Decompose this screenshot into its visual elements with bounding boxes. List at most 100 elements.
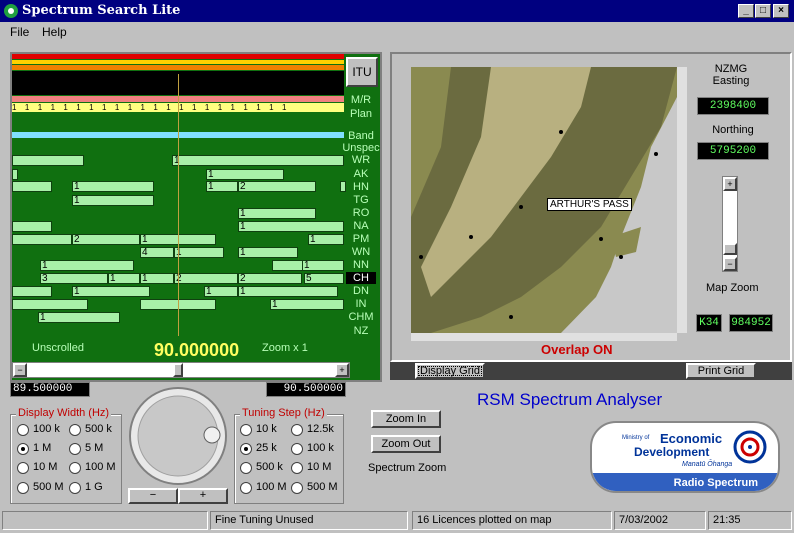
- service-label[interactable]: IN: [346, 298, 376, 310]
- licence-bar[interactable]: 1: [238, 286, 338, 297]
- tune-up-button[interactable]: +: [178, 488, 228, 504]
- width-100k-radio[interactable]: [17, 424, 29, 436]
- width-10m-radio[interactable]: [17, 462, 29, 474]
- licence-bar[interactable]: [12, 221, 52, 232]
- scroll-right-button[interactable]: +: [335, 363, 349, 377]
- radio-label: 100 k: [307, 442, 334, 454]
- minimize-button[interactable]: _: [738, 4, 754, 18]
- service-label-selected[interactable]: CH: [346, 272, 376, 284]
- licence-bar[interactable]: [12, 169, 18, 180]
- print-grid-button[interactable]: Print Grid: [686, 363, 756, 379]
- width-5m-radio[interactable]: [69, 443, 81, 455]
- service-label[interactable]: Unspec: [342, 142, 380, 154]
- licence-bar[interactable]: 1: [270, 299, 344, 310]
- licence-bar[interactable]: [12, 155, 84, 166]
- licence-bar[interactable]: 1: [40, 260, 134, 271]
- map-image: [411, 67, 677, 333]
- display-grid-button[interactable]: Display Grid: [415, 363, 485, 379]
- licence-bar[interactable]: 1: [238, 247, 298, 258]
- licence-bar[interactable]: 1: [140, 273, 174, 284]
- step-12.5k-radio[interactable]: [291, 424, 303, 436]
- licence-bar[interactable]: 1: [238, 208, 316, 219]
- service-label[interactable]: RO: [346, 207, 376, 219]
- window-title: Spectrum Search Lite: [22, 3, 181, 18]
- width-500k-radio[interactable]: [69, 424, 81, 436]
- licence-bar[interactable]: 1: [302, 260, 344, 271]
- maximize-button[interactable]: □: [755, 4, 771, 18]
- licence-bar[interactable]: 3: [40, 273, 108, 284]
- step-500k-radio[interactable]: [240, 462, 252, 474]
- step-500m-radio[interactable]: [291, 482, 303, 494]
- step-10m-radio[interactable]: [291, 462, 303, 474]
- step-100k-radio[interactable]: [291, 443, 303, 455]
- licence-bar[interactable]: 1: [72, 195, 154, 206]
- width-1m-radio[interactable]: [17, 443, 29, 455]
- licence-bar[interactable]: 1: [108, 273, 140, 284]
- tune-down-button[interactable]: −: [128, 488, 178, 504]
- zoom-out-button[interactable]: Zoom Out: [371, 435, 441, 453]
- width-1g-radio[interactable]: [69, 482, 81, 494]
- service-label[interactable]: Plan: [346, 108, 376, 120]
- width-100m-radio[interactable]: [69, 462, 81, 474]
- menu-help[interactable]: Help: [42, 25, 67, 39]
- scroll-thumb[interactable]: [173, 363, 183, 377]
- frequency-scrollbar[interactable]: − +: [12, 362, 350, 378]
- licence-bar[interactable]: 2: [174, 273, 238, 284]
- licence-bar[interactable]: 5: [304, 273, 344, 284]
- licence-bar[interactable]: 1: [206, 181, 238, 192]
- close-button[interactable]: ×: [773, 4, 789, 18]
- service-label[interactable]: NA: [346, 220, 376, 232]
- zoom-out-map-button[interactable]: −: [723, 257, 737, 271]
- licence-bar[interactable]: 1: [206, 169, 284, 180]
- service-label[interactable]: CHM: [346, 311, 376, 323]
- map-zoom-slider[interactable]: + −: [722, 176, 738, 272]
- service-label[interactable]: DN: [346, 285, 376, 297]
- licence-bar[interactable]: [12, 299, 88, 310]
- licence-bar[interactable]: 2: [238, 273, 302, 284]
- licence-bar[interactable]: [12, 286, 52, 297]
- licence-bar[interactable]: 1: [172, 155, 344, 166]
- low-frequency: 89.500000: [10, 382, 90, 397]
- map-hscroll[interactable]: [411, 333, 677, 341]
- service-label[interactable]: WR: [346, 154, 376, 166]
- service-label[interactable]: NN: [346, 259, 376, 271]
- licence-bar[interactable]: 1: [72, 181, 154, 192]
- zoom-slider-thumb[interactable]: [723, 243, 737, 255]
- radio-label: 500 k: [256, 461, 283, 473]
- step-10k-radio[interactable]: [240, 424, 252, 436]
- service-label[interactable]: TG: [346, 194, 376, 206]
- zoom-in-map-button[interactable]: +: [723, 177, 737, 191]
- licence-bar[interactable]: 4: [140, 247, 174, 258]
- licence-bar[interactable]: 1: [308, 234, 344, 245]
- licence-bar[interactable]: 1: [204, 286, 238, 297]
- itu-button[interactable]: ITU: [346, 57, 378, 87]
- licence-bar[interactable]: 1: [72, 286, 150, 297]
- licence-bar[interactable]: [12, 181, 52, 192]
- logo-line3: Development: [634, 445, 710, 459]
- service-label[interactable]: HN: [346, 181, 376, 193]
- service-label[interactable]: WN: [346, 246, 376, 258]
- spectrum-display[interactable]: 1111111111111111111111 1 1 1 1 2 1 1 1 2…: [10, 52, 382, 382]
- step-100m-radio[interactable]: [240, 482, 252, 494]
- tuning-knob[interactable]: [128, 386, 228, 486]
- map-view[interactable]: ARTHUR'S PASS: [411, 67, 677, 333]
- service-label[interactable]: NZ: [346, 325, 376, 337]
- service-label[interactable]: PM: [346, 233, 376, 245]
- menu-file[interactable]: File: [10, 25, 29, 39]
- width-500m-radio[interactable]: [17, 482, 29, 494]
- licence-bar[interactable]: 1: [238, 221, 344, 232]
- logo-line2: Economic: [660, 431, 723, 446]
- licence-bar[interactable]: 2: [238, 181, 316, 192]
- radio-label: 5 M: [85, 442, 104, 454]
- zoom-in-button[interactable]: Zoom In: [371, 410, 441, 428]
- step-25k-radio[interactable]: [240, 443, 252, 455]
- licence-bar[interactable]: [12, 234, 72, 245]
- service-label[interactable]: AK: [346, 168, 376, 180]
- licence-bar[interactable]: 2: [72, 234, 140, 245]
- licence-bar[interactable]: 1: [38, 312, 120, 323]
- map-vscroll[interactable]: [677, 67, 687, 333]
- licence-bar[interactable]: 1: [174, 247, 224, 258]
- service-label[interactable]: M/R: [346, 94, 376, 106]
- service-label[interactable]: Band: [346, 130, 376, 142]
- scroll-left-button[interactable]: −: [13, 363, 27, 377]
